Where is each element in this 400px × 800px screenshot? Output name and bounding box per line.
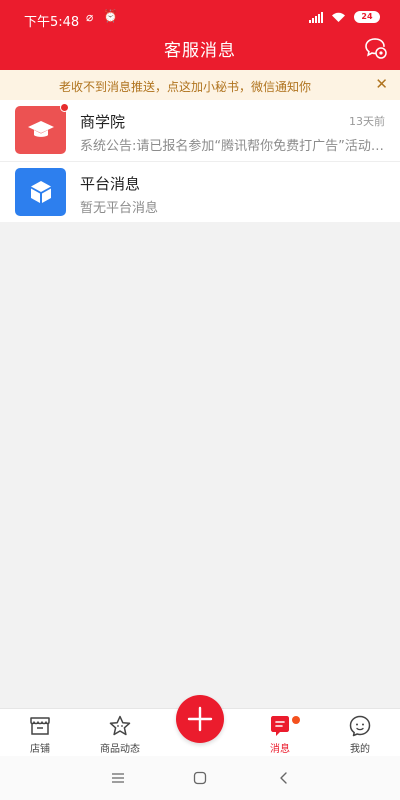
status-indicators: 24 <box>309 11 380 23</box>
message-icon <box>271 716 289 736</box>
list-item-platform[interactable]: 平台消息 暂无平台消息 <box>0 161 400 222</box>
menu-icon[interactable] <box>107 767 129 789</box>
item-subtitle: 暂无平台消息 <box>80 201 159 216</box>
avatar <box>15 103 69 154</box>
item-time: 13天前 <box>349 115 385 128</box>
tab-label: 商品动态 <box>100 744 140 755</box>
item-subtitle: 系统公告:请已报名参加“腾讯帮你免费打广告”活动的商家… <box>80 139 385 154</box>
close-icon[interactable]: ✕ <box>375 75 388 93</box>
page-title: 客服消息 <box>164 41 236 61</box>
graduation-cap-icon <box>27 121 54 137</box>
tab-label: 消息 <box>270 744 290 755</box>
message-list: 商学院 13天前 系统公告:请已报名参加“腾讯帮你免费打广告”活动的商家… 平台… <box>0 100 400 222</box>
cube-icon <box>30 181 51 203</box>
profile-icon <box>349 715 371 737</box>
alarm-clock-icon: ⏰ <box>103 9 118 23</box>
status-time: 下午5:48 <box>24 15 80 30</box>
tab-product-updates[interactable]: 商品动态 <box>80 709 160 757</box>
avatar <box>15 168 66 216</box>
status-bar: 下午5:48 ⌀ ⏰ 24 <box>0 0 400 30</box>
system-nav-bar <box>0 756 400 800</box>
item-title: 平台消息 <box>80 175 141 193</box>
tab-label: 我的 <box>350 744 370 755</box>
star-icon <box>109 715 131 736</box>
unread-badge <box>60 103 69 112</box>
message-badge <box>292 716 300 724</box>
notice-text[interactable]: 老收不到消息推送，点这加小秘书，微信通知你 <box>0 78 370 95</box>
back-icon[interactable] <box>273 767 295 789</box>
signal-icon <box>309 11 323 23</box>
wifi-icon <box>332 12 345 22</box>
tab-profile[interactable]: 我的 <box>320 709 400 757</box>
home-icon[interactable] <box>189 767 211 789</box>
chat-settings-icon[interactable] <box>364 36 388 60</box>
list-item-business-school[interactable]: 商学院 13天前 系统公告:请已报名参加“腾讯帮你免费打广告”活动的商家… <box>0 100 400 161</box>
item-title: 商学院 <box>80 113 126 131</box>
store-icon <box>30 717 50 735</box>
plus-icon <box>187 706 213 732</box>
tab-messages[interactable]: 消息 <box>240 709 320 757</box>
notice-banner[interactable]: 老收不到消息推送，点这加小秘书，微信通知你 ✕ <box>0 70 400 100</box>
battery-icon: 24 <box>354 11 380 23</box>
alarm-off-icon: ⌀ <box>86 10 94 24</box>
tab-label: 店铺 <box>30 744 50 755</box>
header-bar: 下午5:48 ⌀ ⏰ 24 客服消息 <box>0 0 400 70</box>
tab-store[interactable]: 店铺 <box>0 709 80 757</box>
add-button[interactable] <box>176 695 224 743</box>
